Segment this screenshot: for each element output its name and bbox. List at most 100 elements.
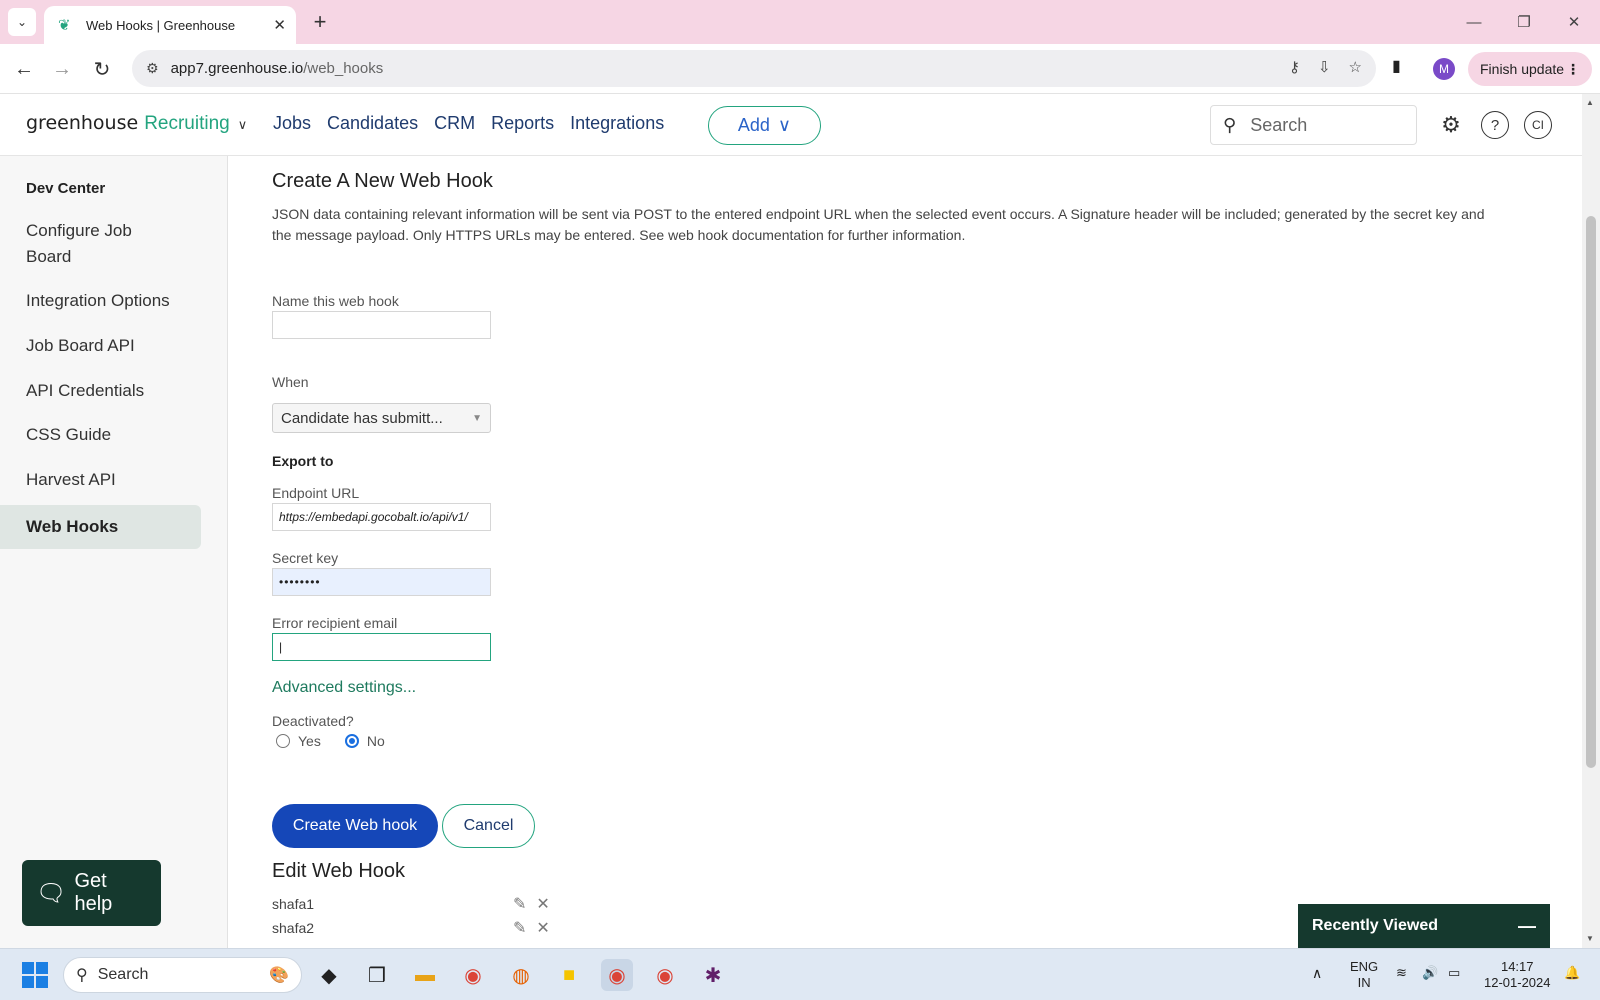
deactivated-label: Deactivated? xyxy=(272,713,354,729)
language-indicator[interactable]: ENG IN xyxy=(1350,959,1378,991)
close-window-icon[interactable]: ✕ xyxy=(1554,8,1594,36)
chrome-profile-2-icon[interactable]: ◉ xyxy=(649,959,681,991)
scroll-up-icon[interactable]: ▲ xyxy=(1586,98,1594,107)
clock-date: 12-01-2024 xyxy=(1484,975,1551,990)
nav-reports[interactable]: Reports xyxy=(491,113,554,134)
secret-key-input[interactable]: •••••••• xyxy=(272,568,491,596)
add-label: Add xyxy=(737,115,770,135)
delete-x-icon[interactable]: ✕ xyxy=(536,894,549,914)
new-tab-plus-icon[interactable]: + xyxy=(306,8,334,36)
nav-candidates[interactable]: Candidates xyxy=(327,113,418,134)
lang-top: ENG xyxy=(1350,959,1379,974)
minimize-panel-icon[interactable]: — xyxy=(1518,916,1536,937)
tab-search-chevron-icon[interactable]: ⌄ xyxy=(8,8,36,36)
reload-icon[interactable]: ↻ xyxy=(88,55,116,83)
create-web-hook-button[interactable]: Create Web hook xyxy=(272,804,438,848)
more-menu-icon[interactable]: ⋮ xyxy=(1566,61,1580,78)
back-arrow-icon[interactable]: ← xyxy=(10,55,38,83)
password-key-icon[interactable]: ⚷ xyxy=(1289,58,1300,76)
minimize-icon[interactable]: — xyxy=(1454,8,1494,36)
add-button[interactable]: Add ∨ xyxy=(708,106,821,145)
sidebar-item-api-credentials[interactable]: API Credentials xyxy=(0,378,201,404)
close-tab-icon[interactable]: ✕ xyxy=(273,16,286,34)
chat-bubble-icon: 🗨 xyxy=(36,879,67,907)
finish-update-button[interactable]: Finish update ⋮ xyxy=(1468,52,1592,86)
volume-icon[interactable]: 🔊 xyxy=(1422,965,1438,981)
deactivated-yes-radio[interactable] xyxy=(276,734,290,748)
finish-update-label: Finish update xyxy=(1480,61,1565,77)
no-label: No xyxy=(366,733,385,749)
hook-name: shafa2 xyxy=(272,920,315,936)
chevron-down-icon[interactable]: ∨ xyxy=(238,117,248,133)
install-app-icon[interactable]: ⇩ xyxy=(1318,58,1331,76)
recently-viewed-panel[interactable]: Recently Viewed — xyxy=(1298,904,1550,948)
file-explorer-icon[interactable]: ▬ xyxy=(409,959,441,991)
tray-overflow-icon[interactable]: ∧ xyxy=(1312,965,1322,981)
sidebar-item-integration-options[interactable]: Integration Options xyxy=(0,288,201,314)
edit-pencil-icon[interactable]: ✎ xyxy=(513,918,526,938)
scroll-down-icon[interactable]: ▼ xyxy=(1586,934,1594,943)
global-search-input[interactable]: ⚲ Search xyxy=(1210,105,1417,145)
get-help-button[interactable]: 🗨 Get help xyxy=(22,860,161,926)
name-input[interactable] xyxy=(272,311,491,339)
endpoint-label: Endpoint URL xyxy=(272,485,360,501)
sidebar-item-harvest-api[interactable]: Harvest API xyxy=(0,467,201,493)
sidebar-item-web-hooks[interactable]: Web Hooks xyxy=(0,505,201,549)
when-label: When xyxy=(272,374,309,390)
scrollbar-thumb[interactable] xyxy=(1586,216,1596,768)
copilot-icon[interactable]: ◆ xyxy=(313,959,345,991)
forward-arrow-icon[interactable]: → xyxy=(48,55,76,83)
user-avatar[interactable]: CI xyxy=(1524,111,1552,139)
sidebar-item-css-guide[interactable]: CSS Guide xyxy=(0,422,201,448)
search-icon: ⚲ xyxy=(76,967,88,984)
battery-icon[interactable]: ▭ xyxy=(1448,965,1460,981)
nav-jobs[interactable]: Jobs xyxy=(273,113,311,134)
tab-title: Web Hooks | Greenhouse xyxy=(86,17,236,33)
notification-bell-icon[interactable]: 🔔 xyxy=(1564,965,1580,981)
wifi-icon[interactable]: ≋ xyxy=(1396,965,1407,981)
when-select[interactable]: Candidate has submitt... ▼ xyxy=(272,403,491,433)
error-email-input[interactable]: | xyxy=(272,633,491,661)
sidebar-item-job-board-api[interactable]: Job Board API xyxy=(0,333,201,359)
settings-gear-icon[interactable]: ⚙ xyxy=(1437,111,1465,139)
hook-name: shafa1 xyxy=(272,896,315,912)
site-info-icon[interactable]: ⚙ xyxy=(146,60,159,77)
side-panel-icon[interactable]: ▮ xyxy=(1392,56,1401,76)
edit-pencil-icon[interactable]: ✎ xyxy=(513,894,526,914)
page-scrollbar[interactable]: ▲ ▼ xyxy=(1582,94,1600,948)
deactivated-no-radio[interactable] xyxy=(344,734,359,748)
browser-tab[interactable]: ❦ Web Hooks | Greenhouse ✕ xyxy=(44,6,296,44)
clock[interactable]: 14:17 12-01-2024 xyxy=(1484,959,1551,991)
chrome-profile-icon[interactable]: ◉ xyxy=(601,959,633,991)
bookmark-star-icon[interactable]: ☆ xyxy=(1349,58,1362,76)
edit-web-hook-title: Edit Web Hook xyxy=(272,860,406,882)
sidebar-item-configure-job-board[interactable]: Configure Job Board xyxy=(0,218,180,270)
sticky-notes-icon[interactable]: ■ xyxy=(553,959,585,991)
recently-viewed-label: Recently Viewed xyxy=(1312,917,1438,934)
advanced-settings-link[interactable]: Advanced settings... xyxy=(272,679,416,697)
help-icon[interactable]: ? xyxy=(1481,111,1509,139)
lang-bottom: IN xyxy=(1357,975,1371,990)
nav-integrations[interactable]: Integrations xyxy=(570,113,664,134)
page-title: Create A New Web Hook xyxy=(272,170,493,192)
when-value: Candidate has submitt... xyxy=(281,409,443,427)
endpoint-url-input[interactable]: https://embedapi.gocobalt.io/api/v1/ xyxy=(272,503,491,531)
chrome-icon[interactable]: ◉ xyxy=(457,959,489,991)
export-to-heading: Export to xyxy=(272,453,334,469)
greenhouse-logo[interactable]: greenhouse Recruiting ∨ xyxy=(26,112,247,135)
profile-avatar[interactable]: M xyxy=(1433,58,1455,80)
logo-product: Recruiting xyxy=(144,113,230,134)
taskbar-search[interactable]: ⚲ Search 🎨 xyxy=(63,957,302,993)
url-input[interactable]: ⚙ app7.greenhouse.io/web_hooks ⚷ ⇩ ☆ xyxy=(132,50,1376,87)
get-help-label: Get help xyxy=(74,870,113,915)
firefox-icon[interactable]: ◍ xyxy=(505,959,537,991)
slack-icon[interactable]: ✱ xyxy=(697,959,729,991)
nav-crm[interactable]: CRM xyxy=(434,113,475,134)
cancel-button[interactable]: Cancel xyxy=(442,804,535,848)
windows-start-icon[interactable] xyxy=(22,962,48,988)
greenhouse-favicon-icon: ❦ xyxy=(58,17,71,34)
task-view-icon[interactable]: ❒ xyxy=(361,959,393,991)
delete-x-icon[interactable]: ✕ xyxy=(536,918,549,938)
restore-icon[interactable]: ❐ xyxy=(1504,8,1544,36)
browser-tab-bar: ⌄ ❦ Web Hooks | Greenhouse ✕ + — ❐ ✕ xyxy=(0,0,1600,44)
